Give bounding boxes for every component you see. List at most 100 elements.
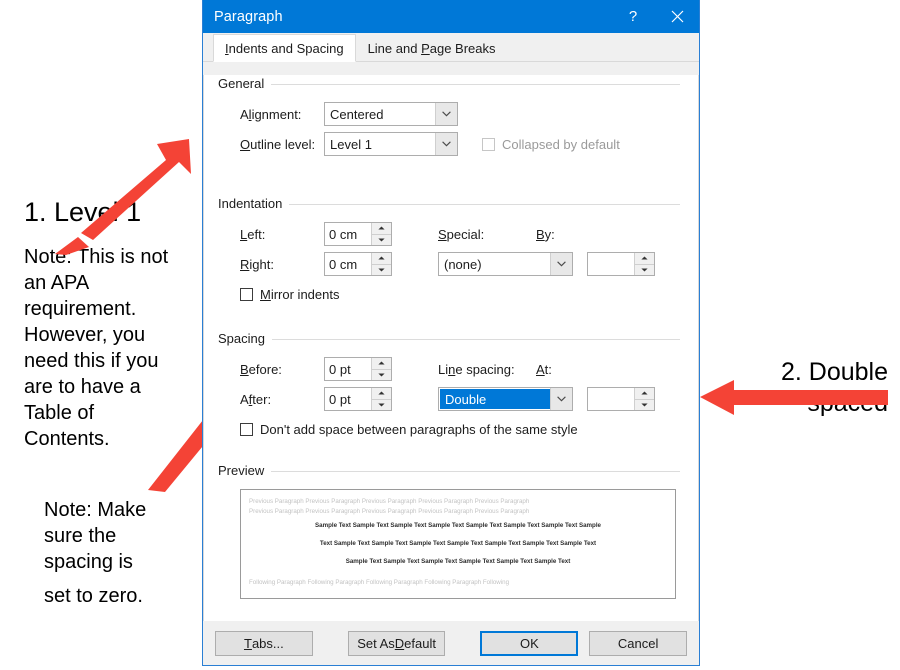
indent-right-value[interactable]: 0 cm <box>325 253 371 275</box>
tabs-button[interactable]: Tabs... <box>215 630 313 656</box>
arrow-left-icon <box>700 380 888 415</box>
spinner-up-icon[interactable] <box>372 253 391 264</box>
outline-level-row: Outline level: Level 1 Collapsed by defa… <box>240 132 684 156</box>
tab-indents-and-spacing[interactable]: Indents and Spacing <box>213 34 356 62</box>
alignment-label: Alignment: <box>240 106 302 122</box>
indent-right-spinner[interactable]: 0 cm <box>324 252 392 276</box>
spinner-down-icon[interactable] <box>635 398 654 410</box>
collapsed-by-default-checkbox[interactable]: Collapsed by default <box>482 137 620 152</box>
dialog-body: General Alignment: Centered Outline leve… <box>203 75 699 635</box>
indent-right-label: Right: <box>240 256 274 272</box>
chevron-down-icon[interactable] <box>435 103 457 125</box>
group-divider <box>218 84 680 85</box>
tab-line-and-page-breaks[interactable]: Line and Page Breaks <box>356 34 508 62</box>
ok-button[interactable]: OK <box>480 630 579 656</box>
alignment-row: Alignment: Centered <box>240 102 684 126</box>
mirror-indents-label: Mirror indents <box>260 287 340 302</box>
spinner-buttons <box>634 253 654 275</box>
indentation-group-title: Indentation <box>218 196 290 211</box>
by-spinner[interactable] <box>587 252 655 276</box>
by-label: By: <box>536 226 555 242</box>
at-label: At: <box>536 361 552 377</box>
preview-previous-line-2: Previous Paragraph Previous Paragraph Pr… <box>249 508 530 516</box>
callout-3-note-main: Note: Make sure the spacing is <box>44 499 147 573</box>
checkbox-box[interactable] <box>240 423 253 436</box>
indent-left-spinner[interactable]: 0 cm <box>324 222 392 246</box>
callout-3-note-last: set to zero. <box>44 585 143 607</box>
spinner-up-icon[interactable] <box>635 253 654 264</box>
dialog-footer: Tabs... Set As Default OK Cancel <box>203 621 699 665</box>
dialog-title: Paragraph <box>214 8 283 25</box>
paragraph-dialog: Paragraph ? Indents and Spacing Line and… <box>202 0 700 666</box>
tab-indents-and-spacing-label: ndents and Spacing <box>228 41 344 56</box>
spacing-group: Spacing Before: 0 pt Line spacing: At: A… <box>218 330 684 437</box>
spinner-buttons <box>371 388 391 410</box>
help-icon[interactable]: ? <box>611 0 655 33</box>
alignment-combobox[interactable]: Centered <box>324 102 458 126</box>
spacing-before-spinner[interactable]: 0 pt <box>324 357 392 381</box>
preview-sample-line-2: Text Sample Text Sample Text Sample Text… <box>319 540 597 548</box>
spinner-down-icon[interactable] <box>372 398 391 410</box>
indent-left-value[interactable]: 0 cm <box>325 223 371 245</box>
spacing-before-value[interactable]: 0 pt <box>325 358 371 380</box>
spacing-after-value[interactable]: 0 pt <box>325 388 371 410</box>
spinner-down-icon[interactable] <box>372 233 391 245</box>
spacing-before-row: Before: 0 pt Line spacing: At: <box>240 357 684 381</box>
dont-add-space-checkbox[interactable]: Don't add space between paragraphs of th… <box>240 422 684 437</box>
chevron-down-icon[interactable] <box>435 133 457 155</box>
tab-strip: Indents and Spacing Line and Page Breaks <box>203 33 699 62</box>
cancel-button[interactable]: Cancel <box>589 630 688 656</box>
spinner-down-icon[interactable] <box>372 368 391 380</box>
special-combobox[interactable]: (none) <box>438 252 573 276</box>
spacing-after-row: After: 0 pt Double <box>240 387 684 411</box>
special-label: Special: <box>438 226 485 242</box>
at-value[interactable] <box>588 388 634 410</box>
collapsed-by-default-label: Collapsed by default <box>502 136 620 152</box>
line-spacing-label: Line spacing: <box>438 361 515 377</box>
checkbox-box[interactable] <box>482 137 495 151</box>
spinner-up-icon[interactable] <box>635 388 654 399</box>
line-spacing-combobox[interactable]: Double <box>438 387 573 411</box>
spinner-down-icon[interactable] <box>372 263 391 275</box>
general-group: General Alignment: Centered Outline leve… <box>218 75 684 156</box>
dont-add-space-label: Don't add space between paragraphs of th… <box>260 422 578 437</box>
group-divider <box>218 339 680 340</box>
spinner-up-icon[interactable] <box>372 358 391 369</box>
preview-previous-line-1: Previous Paragraph Previous Paragraph Pr… <box>249 498 530 505</box>
chevron-down-icon[interactable] <box>550 253 572 275</box>
outline-level-label: Outline level: <box>240 136 316 152</box>
set-as-default-button[interactable]: Set As Default <box>347 630 446 656</box>
spinner-up-icon[interactable] <box>372 388 391 399</box>
at-spinner[interactable] <box>587 387 655 411</box>
chevron-down-icon[interactable] <box>550 388 572 410</box>
spinner-up-icon[interactable] <box>372 223 391 234</box>
general-group-title: General <box>218 76 272 91</box>
checkbox-box[interactable] <box>240 288 253 301</box>
group-divider <box>218 471 680 472</box>
spinner-down-icon[interactable] <box>635 263 654 275</box>
line-spacing-value: Double <box>440 389 550 409</box>
outline-level-value: Level 1 <box>330 136 372 152</box>
spacing-group-title: Spacing <box>218 331 272 346</box>
spacing-after-label: After: <box>240 391 272 407</box>
close-icon[interactable] <box>655 0 699 33</box>
indent-right-row: Right: 0 cm (none) <box>240 252 684 276</box>
spinner-buttons <box>371 223 391 245</box>
spacing-after-spinner[interactable]: 0 pt <box>324 387 392 411</box>
outline-level-combobox[interactable]: Level 1 <box>324 132 458 156</box>
indent-left-row: Left: 0 cm Special: By: <box>240 222 684 246</box>
by-value[interactable] <box>588 253 634 275</box>
preview-sample-line-1: Sample Text Sample Text Sample Text Samp… <box>315 522 601 530</box>
indent-left-label: Left: <box>240 226 266 242</box>
preview-box: Previous Paragraph Previous Paragraph Pr… <box>240 489 676 599</box>
spinner-buttons <box>371 358 391 380</box>
dialog-titlebar: Paragraph ? <box>203 0 699 33</box>
spinner-buttons <box>371 253 391 275</box>
special-value: (none) <box>444 256 482 272</box>
window-buttons: ? <box>611 0 699 33</box>
preview-sample-line-3: Sample Text Sample Text Sample Text Samp… <box>345 558 571 566</box>
mirror-indents-checkbox[interactable]: Mirror indents <box>240 287 684 302</box>
preview-group: Preview Previous Paragraph Previous Para… <box>218 462 684 599</box>
callout-3-note: Note: Make sure the spacing is set to zer… <box>44 497 189 609</box>
spinner-buttons <box>634 388 654 410</box>
